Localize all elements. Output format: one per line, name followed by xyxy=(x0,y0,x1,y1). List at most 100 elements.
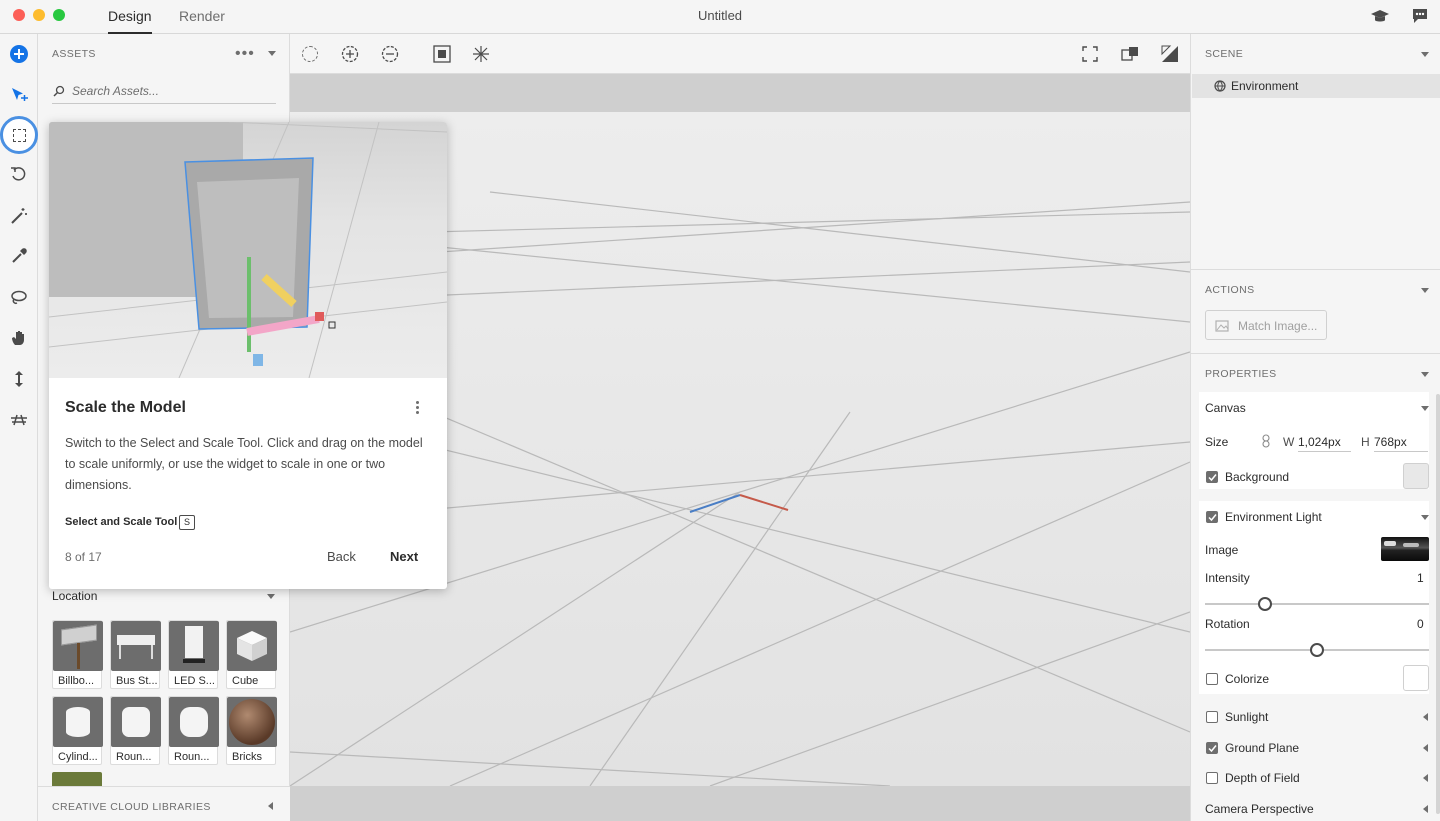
cube-thumbnail xyxy=(227,621,277,671)
asset-rounded-cylinder[interactable]: Roun... xyxy=(168,696,219,765)
zoom-in-icon[interactable] xyxy=(341,45,359,63)
match-image-button[interactable]: Match Image... xyxy=(1205,310,1327,340)
close-window-button[interactable] xyxy=(13,9,25,21)
scene-item-environment[interactable]: Environment xyxy=(1192,74,1440,98)
ground-plane-label: Ground Plane xyxy=(1225,741,1300,755)
rotation-label: Rotation xyxy=(1205,617,1250,631)
move-icon[interactable] xyxy=(7,83,31,107)
document-title: Untitled xyxy=(697,8,743,23)
camera-perspective-chevron-icon[interactable] xyxy=(1423,805,1428,813)
asset-led-screen[interactable]: LED S... xyxy=(168,620,219,689)
viewport-toolbar xyxy=(290,34,1190,74)
asset-bricks[interactable]: Bricks xyxy=(226,696,277,765)
chevron-down-icon[interactable] xyxy=(268,51,276,56)
actions-chevron-icon[interactable] xyxy=(1421,288,1429,293)
asset-cylinder[interactable]: Cylind... xyxy=(52,696,103,765)
horizon-icon[interactable] xyxy=(7,407,31,431)
sunlight-checkbox[interactable] xyxy=(1206,711,1218,723)
properties-chevron-icon[interactable] xyxy=(1421,372,1429,377)
hand-icon[interactable] xyxy=(7,326,31,350)
frame-selection-icon[interactable] xyxy=(433,45,451,63)
asset-thumbnail[interactable] xyxy=(52,772,102,786)
compare-icon[interactable] xyxy=(1121,45,1139,63)
asset-label: LED S... xyxy=(174,675,215,687)
chevron-left-icon[interactable] xyxy=(268,802,273,810)
environment-light-checkbox[interactable] xyxy=(1206,511,1218,523)
depth-of-field-row[interactable]: Depth of Field xyxy=(1199,769,1437,787)
search-icon xyxy=(53,85,65,97)
tutorial-back-button[interactable]: Back xyxy=(327,549,356,564)
cc-libraries-bar[interactable]: CREATIVE CLOUD LIBRARIES xyxy=(38,786,290,821)
intensity-handle[interactable] xyxy=(1258,597,1273,611)
camera-perspective-row[interactable]: Camera Perspective xyxy=(1199,800,1437,818)
select-icon[interactable] xyxy=(302,46,318,62)
width-label: W xyxy=(1283,435,1295,449)
asset-label: Bricks xyxy=(232,751,262,763)
tutorial-card: Scale the Model Switch to the Select and… xyxy=(49,122,447,589)
more-options-icon[interactable] xyxy=(413,400,421,416)
add-icon[interactable] xyxy=(7,42,31,66)
sunlight-label: Sunlight xyxy=(1225,710,1269,724)
dolly-icon[interactable] xyxy=(7,367,31,391)
asset-bus-stop[interactable]: Bus St... xyxy=(110,620,161,689)
depth-of-field-checkbox[interactable] xyxy=(1206,772,1218,784)
ground-plane-chevron-icon[interactable] xyxy=(1423,744,1428,752)
zoom-window-button[interactable] xyxy=(53,9,65,21)
environment-light-label: Environment Light xyxy=(1225,510,1322,524)
scene-chevron-icon[interactable] xyxy=(1421,52,1429,57)
link-icon[interactable] xyxy=(1262,434,1270,448)
tutorial-next-button[interactable]: Next xyxy=(390,549,418,564)
background-color-swatch[interactable] xyxy=(1403,463,1429,489)
minimize-window-button[interactable] xyxy=(33,9,45,21)
rounded-cube-thumbnail xyxy=(111,697,161,747)
image-label: Image xyxy=(1205,543,1239,557)
zoom-out-icon[interactable] xyxy=(381,45,399,63)
location-section-label[interactable]: Location xyxy=(52,589,97,603)
asset-cube[interactable]: Cube xyxy=(226,620,277,689)
intensity-slider[interactable] xyxy=(1205,597,1429,611)
search-input[interactable]: Search Assets... xyxy=(72,84,159,98)
environment-image-thumbnail[interactable] xyxy=(1381,537,1429,561)
height-field[interactable]: 768px xyxy=(1374,433,1428,452)
ground-plane-checkbox[interactable] xyxy=(1206,742,1218,754)
snap-icon[interactable] xyxy=(472,45,490,63)
learn-icon[interactable] xyxy=(1370,7,1390,25)
select-scale-tool-highlight[interactable] xyxy=(0,116,38,154)
intensity-label: Intensity xyxy=(1205,571,1250,585)
asset-billboard[interactable]: Billbo... xyxy=(52,620,103,689)
tab-render[interactable]: Render xyxy=(179,0,225,34)
led-screen-thumbnail xyxy=(169,621,219,671)
width-field[interactable]: 1,024px xyxy=(1298,433,1351,452)
rotate-icon[interactable] xyxy=(7,162,31,186)
colorize-color-swatch[interactable] xyxy=(1403,665,1429,691)
match-image-label: Match Image... xyxy=(1238,319,1318,333)
search-assets[interactable]: Search Assets... xyxy=(52,82,276,104)
canvas-section: Canvas Size W 1,024px H 768px Background xyxy=(1199,392,1429,489)
more-icon[interactable]: ••• xyxy=(235,45,255,63)
lasso-icon[interactable] xyxy=(7,286,31,310)
location-chevron-icon[interactable] xyxy=(267,594,275,599)
asset-rounded-cube[interactable]: Roun... xyxy=(110,696,161,765)
depth-of-field-chevron-icon[interactable] xyxy=(1423,774,1428,782)
properties-scrollbar[interactable] xyxy=(1436,394,1440,814)
rotation-slider[interactable] xyxy=(1205,643,1429,657)
background-checkbox[interactable] xyxy=(1206,471,1218,483)
tutorial-illustration xyxy=(49,122,447,378)
tab-design[interactable]: Design xyxy=(108,0,152,34)
colorize-checkbox[interactable] xyxy=(1206,673,1218,685)
ground-plane-row[interactable]: Ground Plane xyxy=(1199,739,1437,757)
sunlight-chevron-icon[interactable] xyxy=(1423,713,1428,721)
environment-light-chevron-icon[interactable] xyxy=(1421,515,1429,520)
canvas-chevron-icon[interactable] xyxy=(1421,406,1429,411)
feedback-icon[interactable] xyxy=(1411,7,1429,25)
rotation-handle[interactable] xyxy=(1310,643,1324,657)
actions-header: ACTIONS xyxy=(1205,284,1255,296)
fullscreen-icon[interactable] xyxy=(1082,46,1098,62)
cylinder-thumbnail xyxy=(53,697,103,747)
asset-label: Cube xyxy=(232,675,259,687)
eyedropper-icon[interactable] xyxy=(7,244,31,268)
scene-item-label: Environment xyxy=(1231,79,1299,93)
background-toggle-icon[interactable] xyxy=(1161,45,1179,63)
sunlight-row[interactable]: Sunlight xyxy=(1199,708,1437,726)
magic-wand-icon[interactable] xyxy=(7,204,31,228)
